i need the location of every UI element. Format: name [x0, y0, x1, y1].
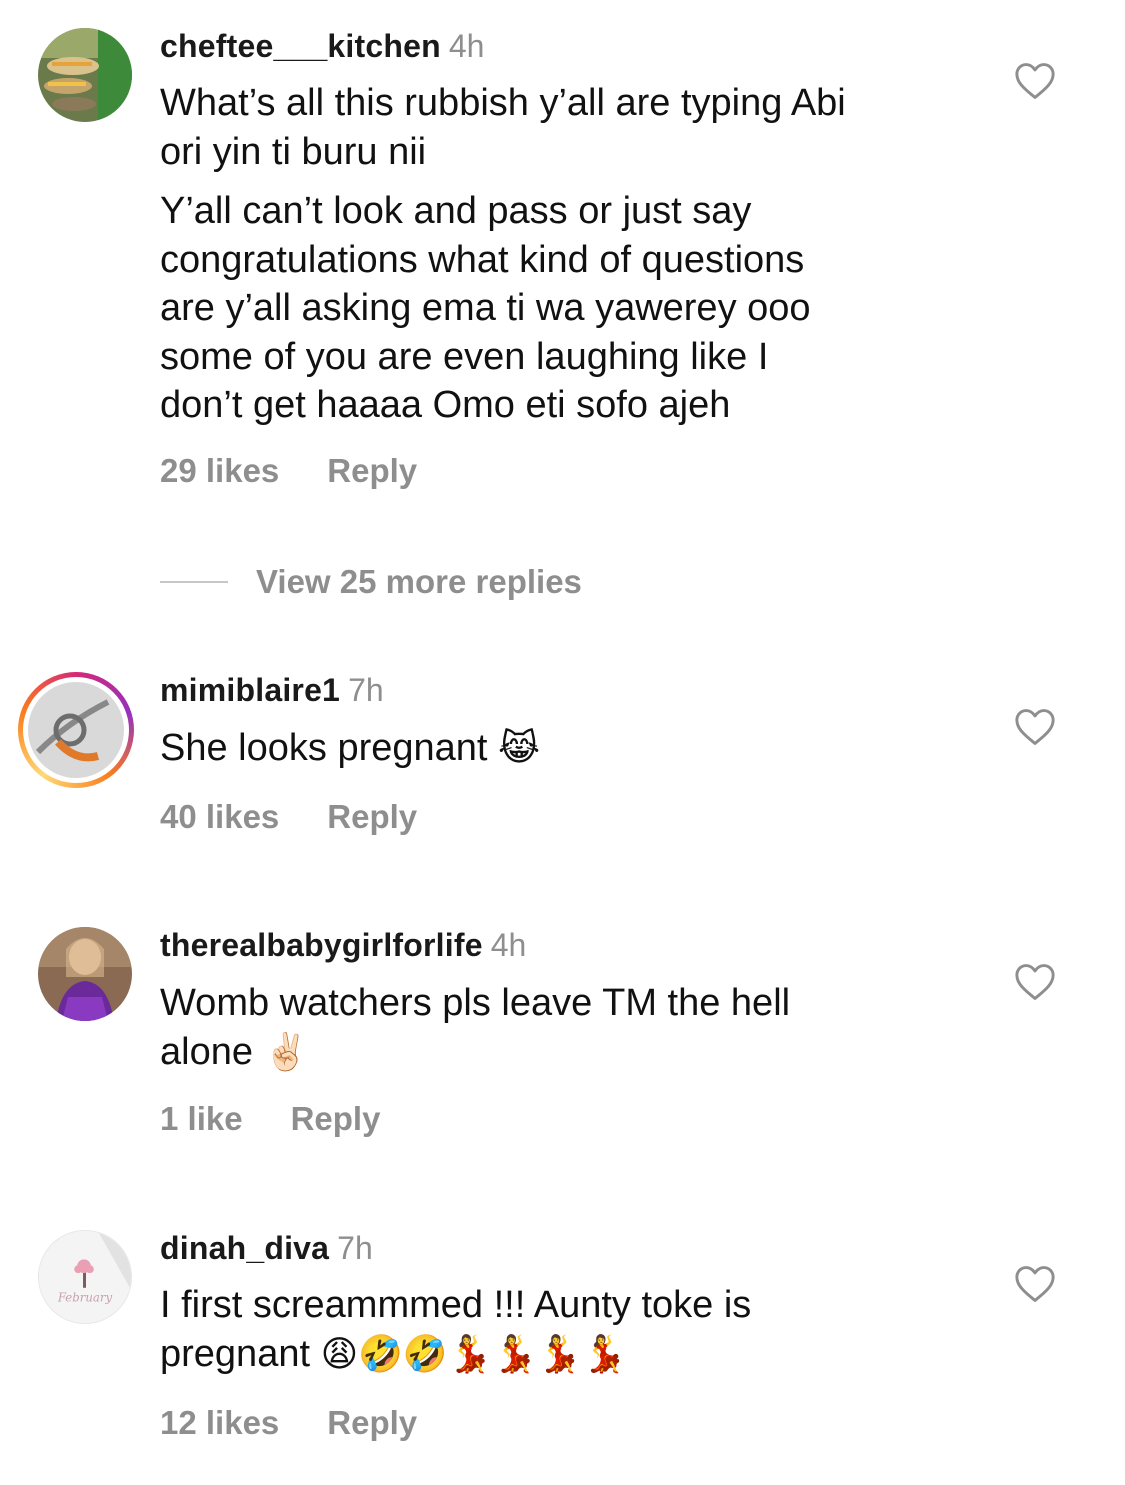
emoji: ✌🏻 — [263, 1031, 309, 1073]
comment-line-text: pregnant — [160, 1332, 311, 1375]
shoe-photo-icon — [28, 682, 124, 778]
comment-meta: cheftee___kitchen 4h — [160, 26, 484, 66]
emoji: 😹 — [498, 728, 541, 769]
view-more-label[interactable]: View 25 more replies — [256, 563, 582, 601]
username[interactable]: mimiblaire1 — [160, 672, 340, 708]
heart-icon[interactable] — [1014, 62, 1056, 100]
person-photo-icon — [38, 927, 132, 1021]
emoji: 😩🤣🤣💃💃💃💃 — [320, 1333, 628, 1375]
comment-line: don’t get haaaa Omo eti sofo ajeh — [160, 384, 731, 426]
comment-actions: 29 likes Reply — [160, 452, 465, 490]
view-more-replies[interactable]: View 25 more replies — [160, 560, 582, 604]
heart-icon[interactable] — [1014, 1265, 1056, 1303]
avatar[interactable] — [18, 672, 134, 788]
comment-meta: mimiblaire1 7h — [160, 670, 384, 710]
comment-line: Womb watchers pls leave TM the hell — [160, 982, 791, 1024]
divider — [160, 581, 228, 583]
username[interactable]: dinah_diva — [160, 1230, 329, 1266]
heart-icon[interactable] — [1014, 963, 1056, 1001]
avatar-caption: February — [57, 1290, 113, 1304]
reply-button[interactable]: Reply — [291, 1100, 381, 1137]
comment-line: ori yin ti buru nii — [160, 130, 427, 173]
likes-count[interactable]: 12 likes — [160, 1404, 279, 1441]
comment-meta: dinah_diva 7h — [160, 1228, 373, 1268]
comment-line: alone ✌🏻 — [160, 1028, 980, 1078]
comment-line-text: She looks pregnant — [160, 727, 488, 769]
comment-line: She looks pregnant 😹 — [160, 724, 980, 774]
comment-line: I first screammmed !!! Aunty toke is — [160, 1284, 752, 1326]
comment-line: are y’all asking ema ti wa yawerey ooo — [160, 287, 811, 329]
comment-text: What’s all this rubbish y’all are typing… — [160, 79, 980, 176]
timestamp: 7h — [348, 672, 384, 708]
username[interactable]: cheftee___kitchen — [160, 28, 441, 64]
comment-line: congratulations what kind of questions — [160, 238, 805, 281]
comment-actions: 12 likes Reply — [160, 1404, 465, 1442]
comment-line-text: alone — [160, 1030, 253, 1073]
reply-button[interactable]: Reply — [327, 1404, 417, 1441]
comment-text: Y’all can’t look and pass or just say co… — [160, 187, 980, 430]
comment-actions: 1 like Reply — [160, 1100, 428, 1138]
likes-count[interactable]: 1 like — [160, 1100, 243, 1137]
timestamp: 7h — [337, 1230, 373, 1266]
avatar[interactable] — [38, 927, 132, 1021]
avatar-ring-inner — [23, 677, 129, 783]
avatar[interactable] — [38, 28, 132, 122]
reply-button[interactable]: Reply — [327, 798, 417, 835]
likes-count[interactable]: 40 likes — [160, 798, 279, 835]
comment-text: I first screammmed !!! Aunty toke is pre… — [160, 1281, 980, 1379]
tree-logo-icon: February — [39, 1231, 131, 1323]
avatar-photo — [28, 682, 124, 778]
avatar[interactable]: February — [38, 1230, 132, 1324]
reply-button[interactable]: Reply — [327, 452, 417, 489]
comment-line: Y’all can’t look and pass or just say — [160, 190, 752, 232]
heart-icon[interactable] — [1014, 708, 1056, 746]
timestamp: 4h — [490, 927, 527, 963]
comment-meta: therealbabygirlforlife 4h — [160, 925, 526, 965]
comment-line: some of you are even laughing like I — [160, 335, 769, 378]
food-photo-icon — [38, 28, 132, 122]
username[interactable]: therealbabygirlforlife — [160, 927, 483, 963]
comment-text: She looks pregnant 😹 — [160, 724, 980, 774]
comment-text: Womb watchers pls leave TM the hell alon… — [160, 979, 980, 1077]
comment-line: What’s all this rubbish y’all are typing… — [160, 82, 846, 124]
timestamp: 4h — [448, 28, 485, 64]
comment-actions: 40 likes Reply — [160, 798, 465, 836]
comment-line: pregnant 😩🤣🤣💃💃💃💃 — [160, 1330, 980, 1380]
likes-count[interactable]: 29 likes — [160, 452, 279, 489]
